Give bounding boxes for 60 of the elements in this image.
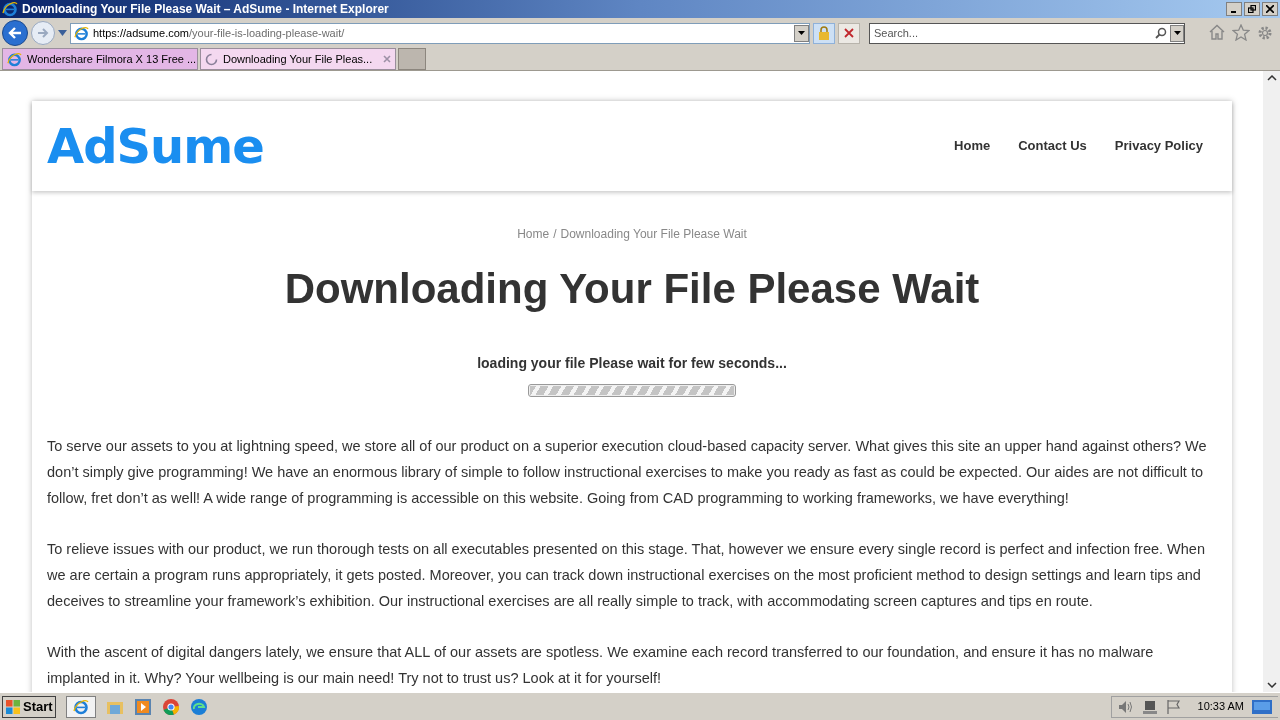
new-tab-button[interactable] <box>398 48 426 70</box>
chrome-icon[interactable] <box>161 697 180 716</box>
windows-logo-icon <box>5 698 21 715</box>
search-icon <box>1155 27 1167 39</box>
star-icon[interactable] <box>1232 24 1250 41</box>
window-title: Downloading Your File Please Wait – AdSume - Internet Explorer <box>22 1 389 18</box>
close-button[interactable] <box>1262 2 1278 16</box>
padlock-icon <box>818 26 830 40</box>
media-player-icon[interactable] <box>133 697 152 716</box>
browser-icon <box>72 698 89 715</box>
scrollbar[interactable] <box>1263 71 1280 692</box>
search-box[interactable]: Search... <box>869 22 1185 44</box>
address-field[interactable]: https://adsume.com/your-file-is-loading-please-wait/ <box>70 22 810 44</box>
dropdown-button[interactable] <box>1170 24 1184 42</box>
search-field[interactable]: Search... <box>874 24 1155 42</box>
stop-button[interactable] <box>838 22 860 44</box>
start-button[interactable]: Start <box>2 695 56 718</box>
minimize-button[interactable] <box>1226 2 1242 16</box>
browser-tab[interactable]: Downloading Your File Pleas... <box>200 48 396 70</box>
caret-icon <box>798 31 805 35</box>
scroll-up-icon[interactable] <box>1266 75 1277 81</box>
page-icon <box>74 25 89 41</box>
back-button[interactable] <box>2 20 28 46</box>
home-icon[interactable] <box>1208 24 1226 40</box>
close-icon <box>844 28 854 38</box>
dropdown-button[interactable] <box>794 24 809 42</box>
flag-icon[interactable] <box>1165 698 1182 715</box>
breadcrumb-current: Downloading Your File Please Wait <box>560 226 747 243</box>
tab-label: Wondershare Filmora X 13 Free ... <box>27 51 197 67</box>
dropdown-icon[interactable] <box>58 30 67 36</box>
nav-link[interactable]: Home <box>954 136 991 156</box>
breadcrumb-separator: / <box>553 226 557 243</box>
url-text: https://adsume.com/your-file-is-loading-please-wait/ <box>93 25 345 41</box>
network-icon[interactable] <box>1141 698 1158 715</box>
caret-icon <box>1173 31 1181 35</box>
restore-icon <box>1248 5 1256 13</box>
tab-label: Downloading Your File Pleas... <box>223 51 373 67</box>
taskbar-browser-button[interactable] <box>65 695 96 718</box>
back-arrow-icon <box>8 27 22 39</box>
show-desktop-icon[interactable] <box>1252 698 1272 715</box>
nav-link[interactable]: Privacy Policy <box>1114 136 1203 156</box>
breadcrumb-link[interactable]: Home <box>517 225 550 243</box>
restore-button[interactable] <box>1244 2 1260 16</box>
body-paragraph: With the ascent of digital dangers lately, we ensure that ALL of our assets are spotless. We examine each record transferred to our foundation, and ensure it has no malware implanted in it. Why? Your wellbeing is our main need! Try not to trust us? Look at it for yourself! <box>47 643 1155 688</box>
close-icon[interactable] <box>383 55 391 63</box>
body-paragraph: To relieve issues with our product, we run thorough tests on all executables presented on this stage. That, however we ensure every single record is perfect and infection free. When we are certain a program runs appropriately, it gets posted. Moreover, you can track down instructional exercises on the most proficient method to design settings and learn tips and deceives to streamline your framework’s exhibition. Our instructional exercises are all really simple to track, with accommodating screen captures and tips en route. <box>47 540 1206 611</box>
browser-tab[interactable]: Wondershare Filmora X 13 Free ... <box>2 48 198 70</box>
clock[interactable]: 10:33 AM <box>1197 698 1244 715</box>
scroll-down-icon[interactable] <box>1266 682 1277 688</box>
edge-icon[interactable] <box>189 697 208 716</box>
speaker-icon[interactable] <box>1117 699 1134 714</box>
close-icon <box>1266 5 1274 13</box>
browser-icon <box>2 1 18 17</box>
page-heading: Downloading Your File Please Wait <box>283 264 981 314</box>
browser-icon <box>7 51 22 67</box>
loading-message: loading your file Please wait for few seconds... <box>476 354 788 373</box>
forward-arrow-icon <box>37 28 49 38</box>
nav-link[interactable]: Contact Us <box>1018 136 1087 156</box>
settings-icon[interactable] <box>1256 24 1274 42</box>
body-paragraph: To serve our assets to you at lightning speed, we store all of our product on a superior execution cloud-based capacity server. What gives this site an upper hand against others? We don’t simply give programming! We have an enormous library of simple to follow instructional exercises to make you ready as fast as could be expected. Our aides are not difficult to follow, fret don’t as well! A wide range of programming is accessible on this website. Going from CAD programming to working frameworks, we have everything! <box>47 437 1208 508</box>
